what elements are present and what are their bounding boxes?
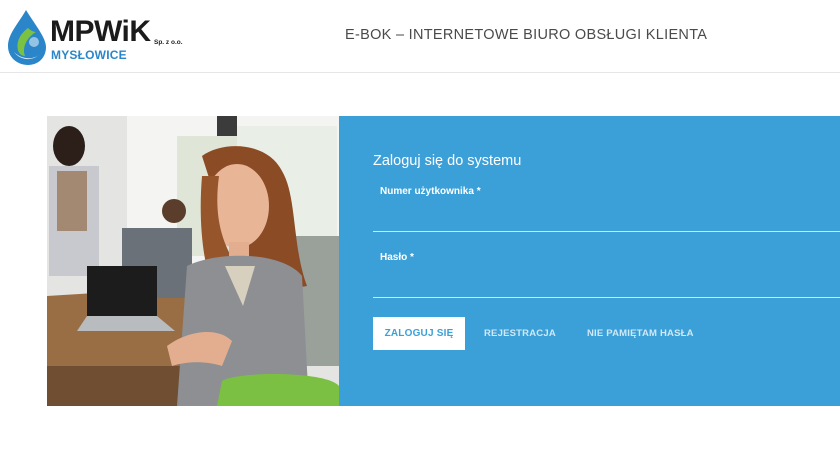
page-title: E-BOK – INTERNETOWE BIURO OBSŁUGI KLIENT…	[345, 27, 708, 43]
logo-suffix: Sp. z o.o.	[154, 39, 183, 46]
hero-image	[47, 116, 339, 406]
register-link[interactable]: REJESTRACJA	[484, 328, 556, 339]
logo-city: MYSŁOWICE	[51, 48, 127, 62]
logo-name: MPWiK	[50, 15, 151, 48]
water-drop-logo-icon	[8, 10, 46, 65]
password-label: Hasło *	[380, 252, 414, 263]
login-panel: Zaloguj się do systemu Numer użytkownika…	[339, 116, 840, 406]
username-label: Numer użytkownika *	[380, 186, 481, 197]
username-input[interactable]	[373, 206, 840, 232]
company-logo[interactable]: MPWiK Sp. z o.o. MYSŁOWICE	[6, 8, 186, 66]
password-input[interactable]	[373, 272, 840, 298]
header: MPWiK Sp. z o.o. MYSŁOWICE E-BOK – INTER…	[0, 0, 840, 73]
login-button[interactable]: ZALOGUJ SIĘ	[373, 317, 465, 350]
login-title: Zaloguj się do systemu	[373, 153, 522, 169]
forgot-password-link[interactable]: NIE PAMIĘTAM HASŁA	[587, 328, 694, 339]
